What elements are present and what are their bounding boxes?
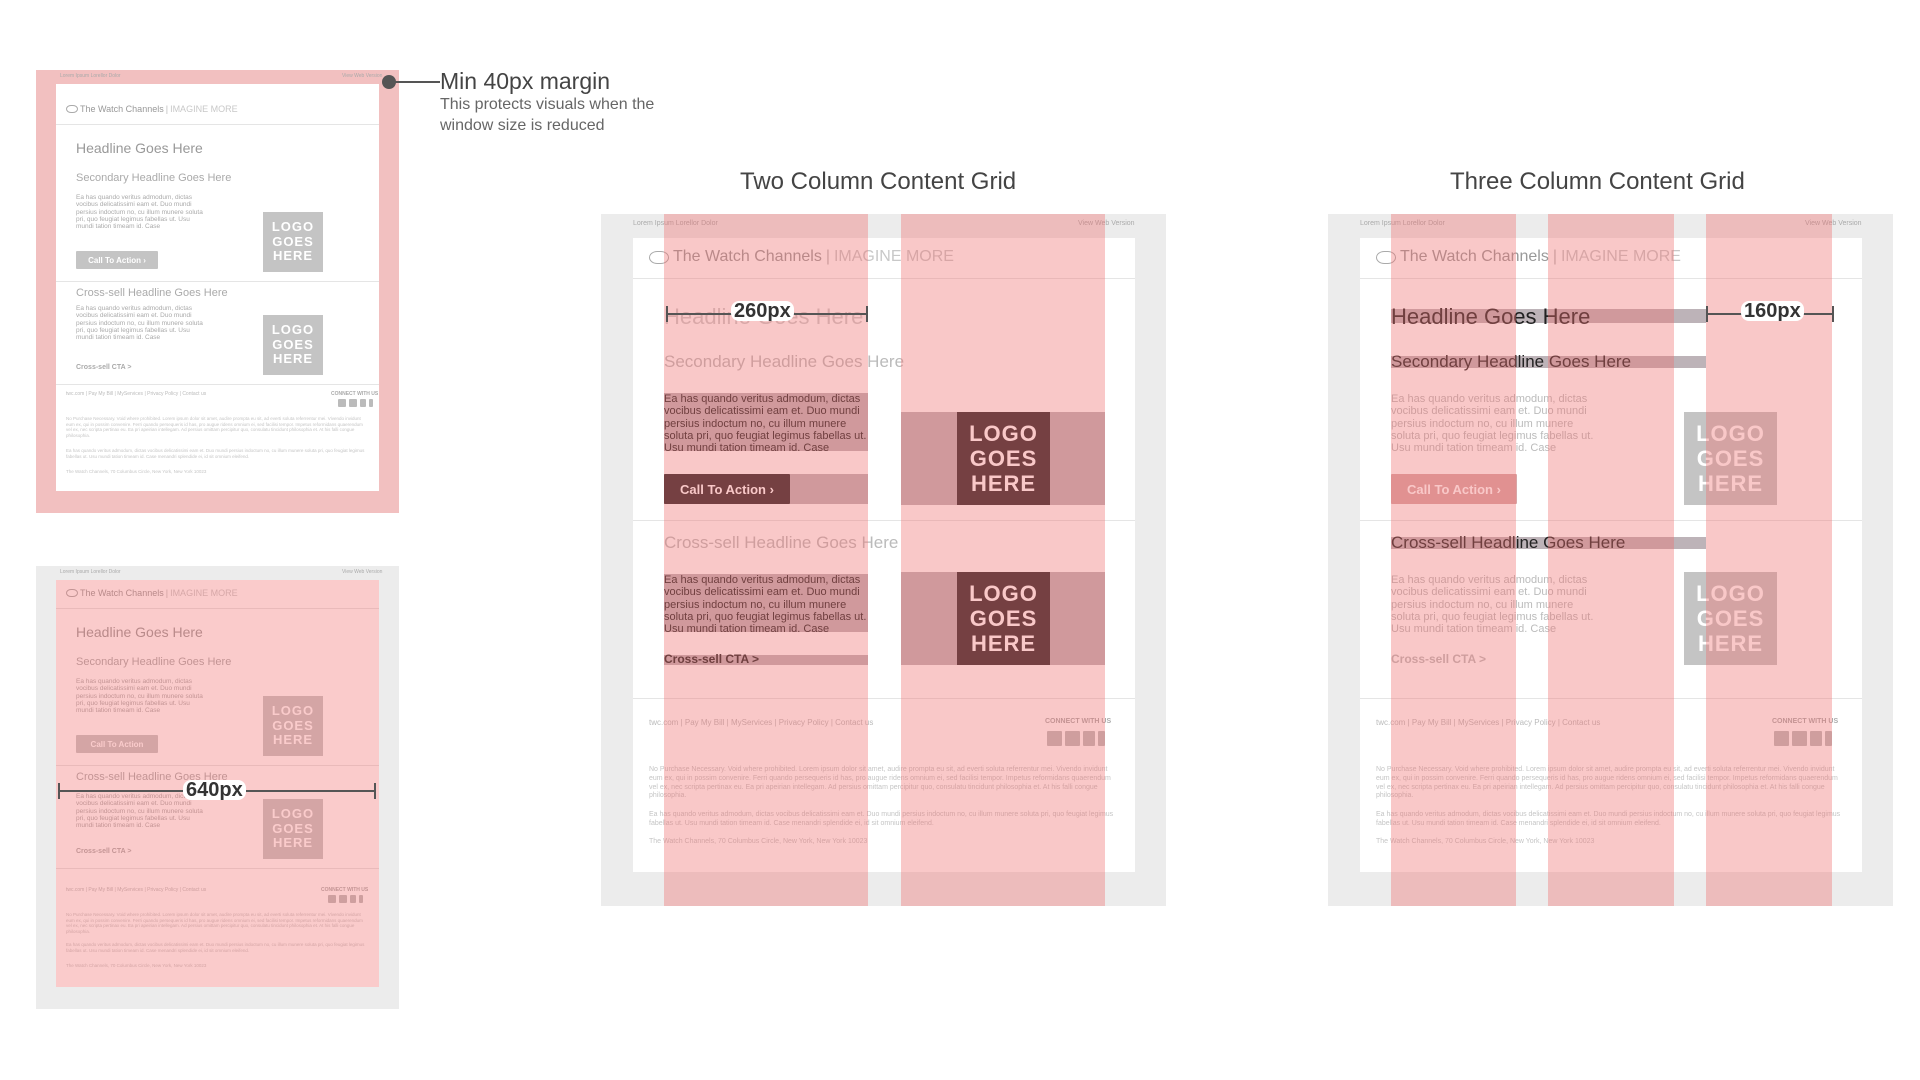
three-column-title: Three Column Content Grid bbox=[1450, 168, 1745, 195]
youtube-icon bbox=[360, 399, 366, 407]
margin-description: This protects visuals when the window si… bbox=[440, 96, 655, 134]
width-label-160: 160px bbox=[1741, 301, 1804, 321]
twitter-icon bbox=[349, 399, 357, 407]
brand-logo: The Watch Channels | IMAGINE MORE bbox=[66, 104, 238, 114]
preheader: Lorem Ipsum Lorellor Dolor bbox=[60, 569, 121, 575]
margin-example-panel: Lorem Ipsum Lorellor Dolor The Watch Cha… bbox=[36, 70, 399, 513]
social-icons[interactable] bbox=[338, 399, 373, 407]
fine-print: No Purchase Necessary. Void where prohib… bbox=[66, 416, 363, 438]
width-label-260: 260px bbox=[731, 301, 794, 321]
crosssell-body: Ea has quando veritus admodum, dictas vo… bbox=[76, 305, 203, 342]
width-label-640: 640px bbox=[183, 780, 246, 800]
two-column-panel: Lorem Ipsum Lorellor Dolor View Web Vers… bbox=[601, 214, 1166, 906]
address: The Watch Channels, 70 Columbus Circle, … bbox=[66, 469, 207, 474]
web-version-link[interactable]: View Web Version bbox=[342, 73, 382, 79]
connect-label: CONNECT WITH US bbox=[331, 391, 379, 397]
facebook-icon bbox=[338, 399, 346, 407]
mobile-icon bbox=[369, 399, 373, 407]
logo-placeholder: LOGO GOES HERE bbox=[263, 212, 323, 272]
crosssell-headline: Cross-sell Headline Goes Here bbox=[76, 287, 228, 299]
eye-icon bbox=[66, 105, 78, 113]
grid-column-2 bbox=[1548, 214, 1674, 906]
crosssell-logo-placeholder: LOGO GOES HERE bbox=[263, 315, 323, 375]
preheader: Lorem Ipsum Lorellor Dolor bbox=[60, 73, 121, 79]
margin-title: Min 40px margin bbox=[440, 68, 611, 94]
headline: Headline Goes Here bbox=[76, 140, 203, 156]
two-column-title: Two Column Content Grid bbox=[740, 168, 1017, 195]
annotation-dot bbox=[382, 75, 396, 89]
annotation-leader bbox=[395, 81, 440, 83]
crosssell-cta[interactable]: Cross-sell CTA > bbox=[76, 364, 131, 371]
fine-print-2: Ea has quando veritus admodum, dictas vo… bbox=[66, 448, 365, 459]
email-preview: Lorem Ipsum Lorellor Dolor The Watch Cha… bbox=[56, 73, 379, 491]
grid-column-2 bbox=[901, 214, 1105, 906]
secondary-headline: Secondary Headline Goes Here bbox=[76, 172, 232, 184]
body-text: Ea has quando veritus admodum, dictas vo… bbox=[76, 194, 203, 231]
web-version-link[interactable]: View Web Version bbox=[342, 569, 382, 575]
cta-button[interactable]: Call To Action › bbox=[76, 251, 158, 269]
grid-column-1 bbox=[1391, 214, 1516, 906]
footer-links[interactable]: twc.com | Pay My Bill | MyServices | Pri… bbox=[66, 391, 206, 397]
three-column-panel: Lorem Ipsum Lorellor Dolor View Web Vers… bbox=[1328, 214, 1893, 906]
